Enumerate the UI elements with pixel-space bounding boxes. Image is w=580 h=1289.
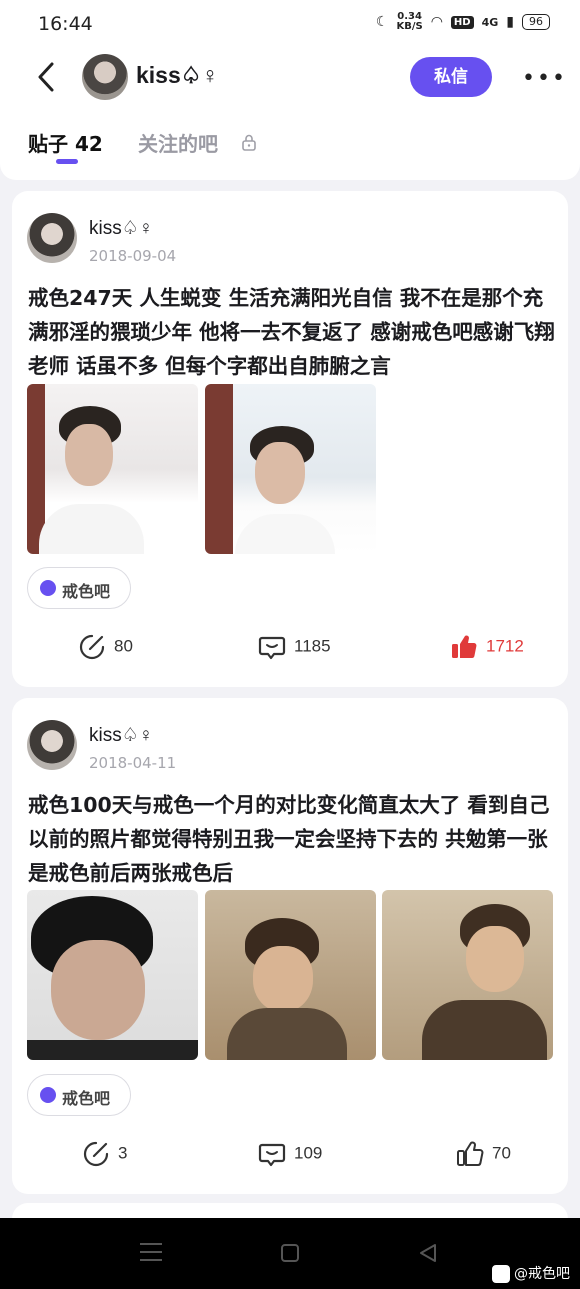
network-label: 4G — [481, 15, 499, 29]
post-date: 2018-04-11 — [89, 754, 177, 772]
back-icon[interactable] — [32, 58, 60, 96]
forward-button[interactable]: 80 — [78, 633, 133, 661]
comment-count: 1185 — [294, 636, 331, 656]
post-date: 2018-09-04 — [89, 247, 177, 265]
nav-back-icon[interactable] — [418, 1243, 438, 1263]
like-count: 1712 — [486, 636, 524, 656]
post-photo[interactable] — [205, 384, 376, 554]
tab-followed-bars[interactable]: 关注的吧 — [138, 128, 218, 157]
forward-button[interactable]: 3 — [82, 1140, 127, 1168]
planet-icon — [40, 1087, 56, 1103]
comment-button[interactable]: 1185 — [258, 633, 331, 661]
status-bar: 16:44 ☾ 0.34 KB/S ◠ HD 4G ▮ 96 — [0, 0, 580, 50]
bar-tag[interactable]: 戒色吧 — [27, 1074, 131, 1116]
signal-icon: ▮ — [506, 14, 514, 30]
bar-tag[interactable]: 戒色吧 — [27, 567, 131, 609]
net-speed: 0.34 KB/S — [396, 11, 423, 32]
profile-header: 16:44 ☾ 0.34 KB/S ◠ HD 4G ▮ 96 kiss♤♀ 私信… — [0, 0, 580, 180]
post-username[interactable]: kiss♤♀ — [89, 724, 153, 747]
profile-username: kiss♤♀ — [136, 62, 219, 88]
forward-count: 3 — [118, 1143, 128, 1163]
post-text[interactable]: 戒色100天与戒色一个月的对比变化简直太大了 看到自己以前的照片都觉得特别丑我一… — [28, 788, 556, 890]
comment-button[interactable]: 109 — [258, 1140, 322, 1168]
menu-icon[interactable] — [140, 1243, 162, 1267]
like-count: 70 — [492, 1143, 511, 1163]
watermark-text: @戒色吧 — [514, 1266, 570, 1282]
forward-icon — [79, 634, 105, 660]
profile-avatar[interactable] — [82, 54, 128, 100]
bar-tag-label: 戒色吧 — [62, 582, 111, 601]
moon-icon: ☾ — [375, 14, 389, 30]
like-button[interactable]: 70 — [456, 1140, 511, 1168]
hd-badge: HD — [450, 15, 474, 29]
avatar[interactable] — [27, 720, 77, 770]
post-card[interactable]: kiss♤♀ 2018-09-04 戒色247天 人生蜕变 生活充满阳光自信 我… — [12, 191, 568, 687]
comment-icon — [258, 636, 286, 660]
tab-posts[interactable]: 贴子 42 — [28, 128, 103, 157]
comment-icon — [258, 1143, 286, 1167]
comment-count: 109 — [294, 1143, 323, 1163]
private-message-button[interactable]: 私信 — [410, 57, 492, 97]
active-tab-indicator — [56, 159, 78, 164]
post-text[interactable]: 戒色247天 人生蜕变 生活充满阳光自信 我不在是那个充满邪淫的猥琐少年 他将一… — [28, 281, 556, 383]
status-icons: ☾ 0.34 KB/S ◠ HD 4G ▮ 96 — [376, 12, 550, 32]
post-photo[interactable] — [27, 384, 198, 554]
battery-indicator: 96 — [522, 14, 550, 30]
bar-tag-label: 戒色吧 — [62, 1089, 111, 1108]
thumbs-up-icon — [457, 1141, 484, 1166]
status-time: 16:44 — [38, 13, 93, 35]
watermark: @戒色吧 — [492, 1263, 570, 1283]
post-username[interactable]: kiss♤♀ — [89, 217, 153, 240]
post-card[interactable]: kiss♤♀ 2018-04-11 戒色100天与戒色一个月的对比变化简直太大了… — [12, 698, 568, 1194]
post-photo[interactable] — [205, 890, 376, 1060]
thumbs-up-icon — [452, 635, 477, 658]
avatar[interactable] — [27, 213, 77, 263]
like-button[interactable]: 1712 — [450, 633, 524, 661]
lock-icon — [242, 134, 256, 151]
home-icon[interactable] — [281, 1244, 299, 1262]
more-icon[interactable]: ••• — [522, 66, 567, 91]
post-photo[interactable] — [382, 890, 553, 1060]
post-photo[interactable] — [27, 890, 198, 1060]
wifi-icon: ◠ — [430, 14, 443, 30]
tieba-logo-icon — [492, 1265, 510, 1283]
forward-count: 80 — [114, 636, 133, 656]
forward-icon — [83, 1141, 109, 1167]
planet-icon — [40, 580, 56, 596]
